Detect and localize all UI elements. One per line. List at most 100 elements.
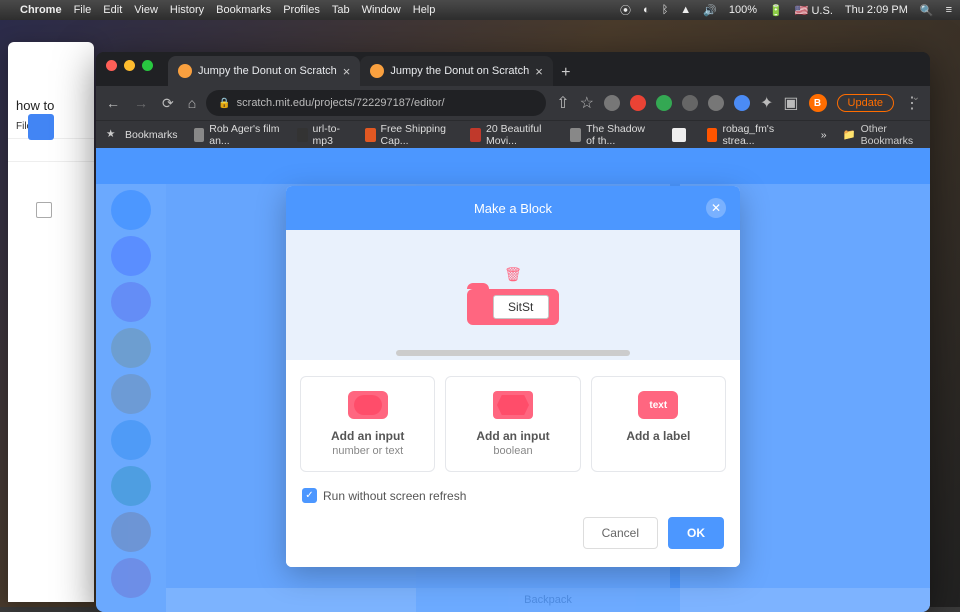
option-title: Add an input	[309, 429, 426, 443]
bookmark-item[interactable]: Rob Ager's film an...	[194, 123, 281, 147]
maximize-window-button[interactable]	[142, 60, 153, 71]
scratch-editor: Backpack Make a Block ✕ 🗑	[96, 148, 930, 612]
block-name-input[interactable]	[493, 295, 549, 319]
hex-input-icon	[493, 391, 533, 419]
make-a-block-dialog: Make a Block ✕ 🗑	[286, 186, 740, 567]
close-window-button[interactable]	[106, 60, 117, 71]
screen-record-icon[interactable]: ⦿	[620, 2, 631, 18]
menu-view[interactable]: View	[134, 4, 158, 16]
share-icon[interactable]: ⇧	[556, 93, 569, 113]
bookmark-overflow[interactable]: »	[821, 129, 827, 141]
home-button[interactable]: ⌂	[188, 95, 196, 112]
tab-overflow-icon[interactable]: ⌄	[912, 92, 920, 103]
reload-button[interactable]: ⟳	[162, 95, 174, 112]
extension-icon[interactable]	[734, 95, 750, 111]
bookmark-item[interactable]: The Shadow of th...	[570, 123, 655, 147]
profile-avatar[interactable]: B	[809, 94, 827, 112]
docs-outline-icon[interactable]	[36, 202, 52, 218]
tab-close-icon[interactable]: ×	[535, 64, 543, 79]
folder-icon: 📁	[843, 128, 856, 141]
volume-icon[interactable]: 🔊	[703, 4, 717, 17]
wifi-icon[interactable]: ▲	[680, 4, 691, 16]
new-tab-button[interactable]: +	[553, 60, 579, 86]
tab-title: Jumpy the Donut on Scratch	[198, 65, 337, 77]
menu-window[interactable]: Window	[362, 4, 401, 16]
option-row: Add an input number or text Add an input…	[286, 360, 740, 478]
add-input-boolean[interactable]: Add an input boolean	[445, 376, 580, 472]
forward-button[interactable]: →	[134, 95, 148, 112]
bookmark-item[interactable]: ★Bookmarks	[106, 128, 178, 142]
cast-icon[interactable]: ▣	[783, 93, 798, 113]
bookmark-star-icon[interactable]: ☆	[580, 93, 594, 113]
tab-close-icon[interactable]: ×	[343, 64, 351, 79]
option-subtitle: number or text	[309, 445, 426, 457]
battery-icon[interactable]: 🔋	[769, 4, 783, 17]
url-text: scratch.mit.edu/projects/722297187/edito…	[237, 97, 445, 109]
update-button[interactable]: Update	[837, 94, 894, 112]
option-title: Add an input	[454, 429, 571, 443]
menu-tab[interactable]: Tab	[332, 4, 350, 16]
site-icon	[194, 128, 205, 142]
option-subtitle: boolean	[454, 445, 571, 457]
chrome-window: Jumpy the Donut on Scratch × Jumpy the D…	[96, 52, 930, 612]
site-icon	[707, 128, 718, 142]
checkbox-row[interactable]: ✓ Run without screen refresh	[302, 488, 724, 503]
site-icon	[470, 128, 481, 142]
bookmark-item[interactable]: 20 Beautiful Movi...	[470, 123, 554, 147]
docs-toolbar	[8, 138, 94, 162]
extension-icon[interactable]	[682, 95, 698, 111]
option-title: Add a label	[600, 429, 717, 443]
preview-scrollbar[interactable]	[396, 350, 630, 356]
browser-tab-2[interactable]: Jumpy the Donut on Scratch ×	[360, 56, 552, 86]
block-preview: 🗑	[286, 230, 740, 360]
url-input[interactable]: 🔒 scratch.mit.edu/projects/722297187/edi…	[206, 90, 546, 116]
address-bar: ← → ⟳ ⌂ 🔒 scratch.mit.edu/projects/72229…	[96, 86, 930, 120]
favicon-icon	[178, 64, 192, 78]
add-label[interactable]: Add a label	[591, 376, 726, 472]
bookmark-item[interactable]: url-to-mp3	[297, 123, 349, 147]
site-icon	[297, 128, 308, 142]
lock-icon: 🔒	[218, 98, 230, 109]
bookmark-item[interactable]: Free Shipping Cap...	[365, 123, 454, 147]
clock[interactable]: Thu 2:09 PM	[845, 4, 908, 16]
browser-tab-1[interactable]: Jumpy the Donut on Scratch ×	[168, 56, 360, 86]
input-source[interactable]: 🇺🇸 U.S.	[795, 4, 833, 17]
extensions-puzzle-icon[interactable]: ✦	[760, 93, 773, 113]
bluetooth-icon[interactable]: ᛒ	[662, 4, 669, 16]
site-icon	[365, 128, 376, 142]
docs-app-icon	[28, 114, 54, 140]
bookmark-item[interactable]	[672, 128, 691, 142]
menu-edit[interactable]: Edit	[103, 4, 122, 16]
mac-menu-bar: Chrome File Edit View History Bookmarks …	[0, 0, 960, 20]
bookmark-item[interactable]: The Shadow of th...robag_fm's strea...	[707, 123, 789, 147]
extension-icon[interactable]	[656, 95, 672, 111]
ok-button[interactable]: OK	[668, 517, 724, 549]
minimize-window-button[interactable]	[124, 60, 135, 71]
dialog-layer: Make a Block ✕ 🗑	[96, 148, 930, 612]
menu-file[interactable]: File	[74, 4, 92, 16]
bookmarks-bar: ★Bookmarks Rob Ager's film an... url-to-…	[96, 120, 930, 148]
spotlight-icon[interactable]: 🔍	[920, 4, 934, 17]
dialog-close-button[interactable]: ✕	[706, 198, 726, 218]
app-menu[interactable]: Chrome	[20, 4, 62, 16]
menu-profiles[interactable]: Profiles	[283, 4, 320, 16]
add-input-number-text[interactable]: Add an input number or text	[300, 376, 435, 472]
extension-icon[interactable]	[630, 95, 646, 111]
menu-history[interactable]: History	[170, 4, 204, 16]
custom-block	[467, 289, 559, 325]
extension-icon[interactable]	[708, 95, 724, 111]
menu-bookmarks[interactable]: Bookmarks	[216, 4, 271, 16]
cancel-button[interactable]: Cancel	[583, 517, 658, 549]
oval-input-icon	[348, 391, 388, 419]
other-bookmarks-folder[interactable]: 📁Other Bookmarks	[843, 123, 920, 147]
do-not-disturb-icon[interactable]: ◐	[643, 4, 650, 16]
site-icon	[672, 128, 686, 142]
checkbox-checked-icon[interactable]: ✓	[302, 488, 317, 503]
delete-icon[interactable]: 🗑	[504, 266, 522, 283]
notification-center-icon[interactable]: ≡	[946, 4, 952, 16]
google-docs-window[interactable]: how to File Ed	[8, 42, 94, 602]
menu-help[interactable]: Help	[413, 4, 436, 16]
back-button[interactable]: ←	[106, 95, 120, 112]
favicon-icon	[370, 64, 384, 78]
extension-icon[interactable]	[604, 95, 620, 111]
